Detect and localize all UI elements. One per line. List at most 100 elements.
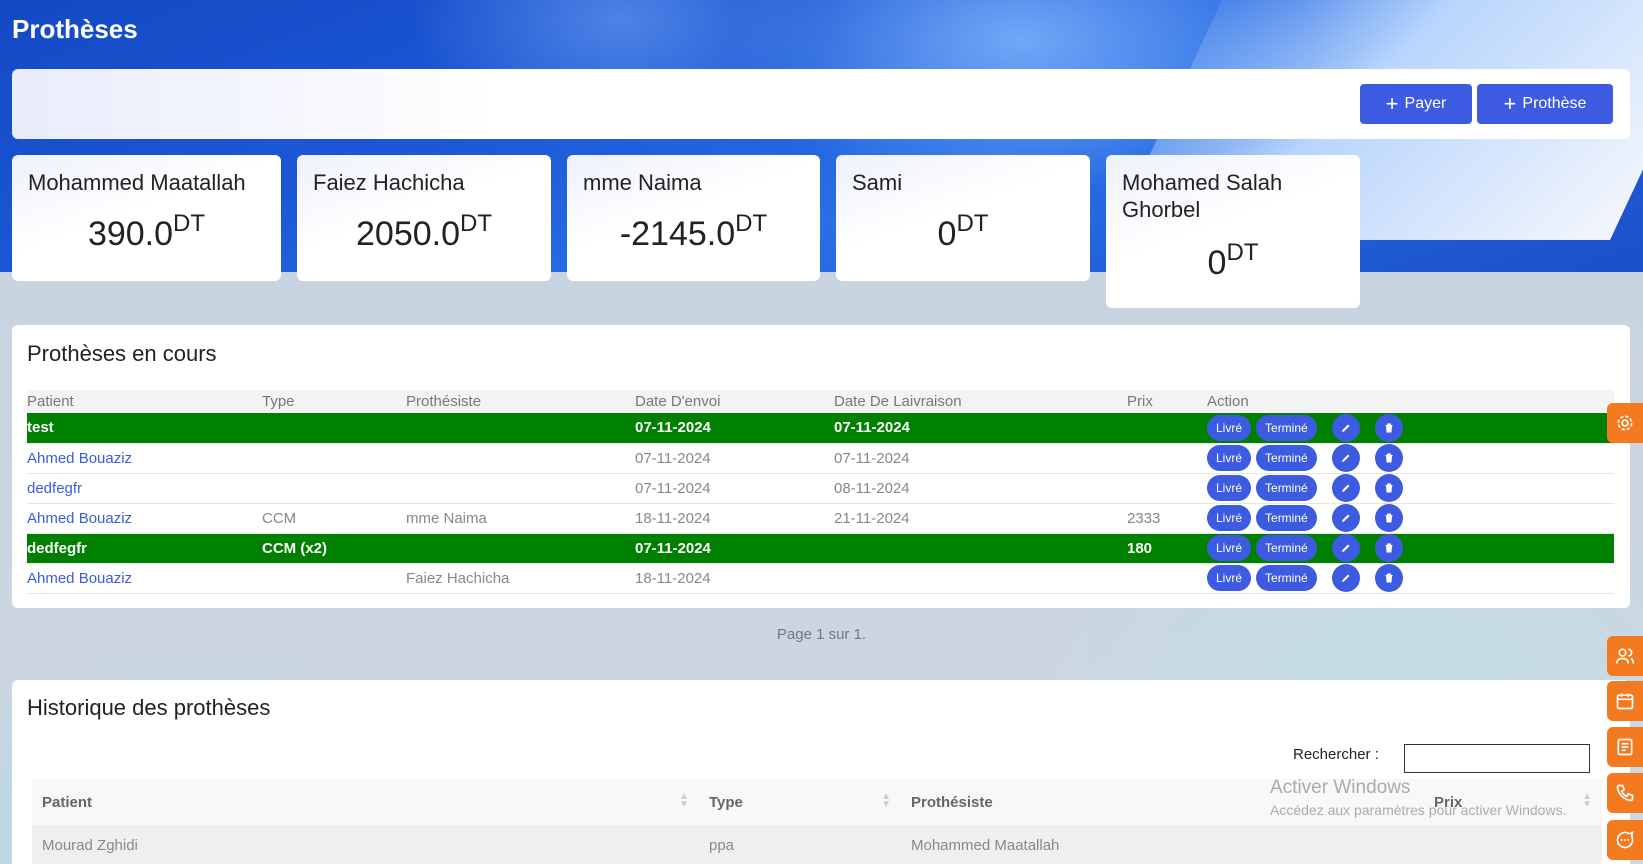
search-input[interactable] — [1404, 744, 1590, 773]
balance-card: Mohammed Maatallah 390.0DT — [12, 155, 281, 281]
delete-button[interactable] — [1374, 444, 1403, 472]
add-prosthesis-button[interactable]: + Prothèse — [1477, 84, 1613, 124]
settings-button[interactable] — [1607, 403, 1643, 443]
cell-patient[interactable]: Ahmed Bouaziz — [27, 563, 262, 594]
done-button[interactable]: Terminé — [1256, 505, 1317, 531]
cell-sent-date: 07-11-2024 — [635, 443, 834, 474]
cell-technician — [406, 473, 635, 504]
cell-delivery-date: 07-11-2024 — [834, 443, 1127, 474]
calendar-button[interactable] — [1607, 681, 1643, 721]
balance-amount: 0DT — [1207, 239, 1259, 282]
ongoing-title: Prothèses en cours — [27, 341, 217, 366]
cell-patient[interactable]: dedfegfr — [27, 473, 262, 504]
cell-type — [262, 473, 406, 504]
notes-icon — [1617, 738, 1633, 756]
delivered-button[interactable]: Livré — [1207, 475, 1252, 501]
delivered-button[interactable]: Livré — [1207, 414, 1252, 441]
col-type: Type — [262, 390, 406, 413]
edit-button[interactable] — [1331, 474, 1360, 502]
delete-button[interactable] — [1374, 413, 1403, 442]
cell-patient[interactable]: Ahmed Bouaziz — [27, 443, 262, 474]
cell-technician — [406, 443, 635, 474]
edit-button[interactable] — [1331, 504, 1360, 532]
cell-sent-date: 07-11-2024 — [635, 533, 834, 564]
cell-actions: Livré Terminé — [1207, 533, 1614, 564]
edit-button[interactable] — [1331, 413, 1360, 442]
balance-card: Mohamed Salah Ghorbel 0DT — [1106, 155, 1360, 308]
cell-delivery-date — [834, 533, 1127, 564]
cell-price: 180 — [1127, 533, 1207, 564]
edit-icon — [1341, 514, 1350, 522]
cell-patient: Mourad Zghidi — [32, 825, 699, 864]
table-row[interactable]: Ahmed Bouaziz 07-11-2024 07-11-2024 Livré Te… — [27, 443, 1614, 474]
table-row[interactable]: test 07-11-2024 07-11-2024 Livré Terminé — [27, 413, 1614, 444]
delete-button[interactable] — [1374, 564, 1403, 592]
phone-button[interactable] — [1607, 773, 1643, 813]
table-row[interactable]: Ahmed Bouaziz Faiez Hachicha 18-11-2024 Liv… — [27, 563, 1614, 594]
page-title: Prothèses — [12, 14, 138, 44]
done-button[interactable]: Terminé — [1256, 445, 1317, 471]
cell-patient[interactable]: Ahmed Bouaziz — [27, 503, 262, 534]
trash-icon — [1385, 573, 1393, 583]
users-icon — [1615, 648, 1635, 664]
cell-price: 2333 — [1127, 503, 1207, 534]
col-patient[interactable]: Patient ▲ ▼ — [32, 779, 699, 825]
col-delivery-date: Date De Laivraison — [834, 390, 1127, 413]
users-button[interactable] — [1607, 636, 1643, 676]
col-action: Action — [1207, 390, 1614, 413]
cell-delivery-date — [834, 563, 1127, 594]
cell-delivery-date: 21-11-2024 — [834, 503, 1127, 534]
col-type[interactable]: Type ▲ ▼ — [699, 779, 901, 825]
table-row[interactable]: dedfegfr 07-11-2024 08-11-2024 Livré Terminé — [27, 473, 1614, 504]
technician-name: Mohamed Salah Ghorbel — [1122, 170, 1283, 222]
ongoing-table: Patient Type Prothésiste Date D'envoi Da… — [27, 390, 1614, 594]
cell-sent-date: 07-11-2024 — [635, 473, 834, 504]
trash-icon — [1385, 513, 1393, 523]
notes-button[interactable] — [1607, 727, 1643, 767]
edit-button[interactable] — [1331, 444, 1360, 472]
cell-sent-date: 18-11-2024 — [635, 563, 834, 594]
cell-type: ppa — [699, 825, 901, 864]
pagination-info: Page 1 sur 1. — [776, 626, 867, 643]
edit-icon — [1341, 544, 1350, 552]
delivered-button[interactable]: Livré — [1207, 445, 1252, 471]
cell-delivery-date: 08-11-2024 — [834, 473, 1127, 504]
cell-patient[interactable]: dedfegfr — [27, 533, 262, 564]
cell-technician — [406, 413, 635, 444]
done-button[interactable]: Terminé — [1256, 535, 1317, 561]
table-row[interactable]: Ahmed Bouaziz CCM mme Naima 18-11-2024 21-11… — [27, 503, 1614, 534]
cell-price — [1259, 825, 1602, 864]
sort-icon: ▲ ▼ — [881, 791, 891, 810]
edit-icon — [1341, 574, 1350, 582]
cell-patient[interactable]: test — [27, 413, 262, 444]
delivered-button[interactable]: Livré — [1207, 505, 1252, 531]
table-row[interactable]: Mourad Zghidi ppa Mohammed Maatallah — [32, 825, 1602, 864]
cell-type: CCM — [262, 503, 406, 534]
done-button[interactable]: Terminé — [1256, 475, 1317, 501]
done-button[interactable]: Terminé — [1256, 414, 1317, 441]
delete-button[interactable] — [1374, 474, 1403, 502]
pay-button-label: Payer — [1404, 95, 1447, 112]
cell-technician: mme Naima — [406, 503, 635, 534]
delivered-button[interactable]: Livré — [1207, 565, 1252, 591]
col-technician[interactable]: Prothésiste — [901, 779, 1259, 825]
table-row[interactable]: dedfegfr CCM (x2) 07-11-2024 180 Livré Termin… — [27, 533, 1614, 564]
edit-icon — [1341, 454, 1350, 462]
delete-button[interactable] — [1374, 504, 1403, 532]
edit-button[interactable] — [1331, 564, 1360, 592]
trash-icon — [1385, 453, 1393, 463]
edit-icon — [1341, 424, 1350, 432]
table-header: Patient Type Prothésiste Date D'envoi Da… — [27, 390, 1614, 413]
cell-sent-date: 18-11-2024 — [635, 503, 834, 534]
edit-button[interactable] — [1331, 534, 1360, 562]
chat-button[interactable] — [1607, 820, 1643, 860]
delete-button[interactable] — [1374, 534, 1403, 562]
cell-actions: Livré Terminé — [1207, 473, 1614, 504]
cell-actions: Livré Terminé — [1207, 503, 1614, 534]
cell-type — [262, 563, 406, 594]
done-button[interactable]: Terminé — [1256, 565, 1317, 591]
plus-icon: + — [1385, 91, 1399, 116]
delivered-button[interactable]: Livré — [1207, 535, 1252, 561]
pay-button[interactable]: + Payer — [1360, 84, 1472, 124]
cell-price — [1127, 563, 1207, 594]
